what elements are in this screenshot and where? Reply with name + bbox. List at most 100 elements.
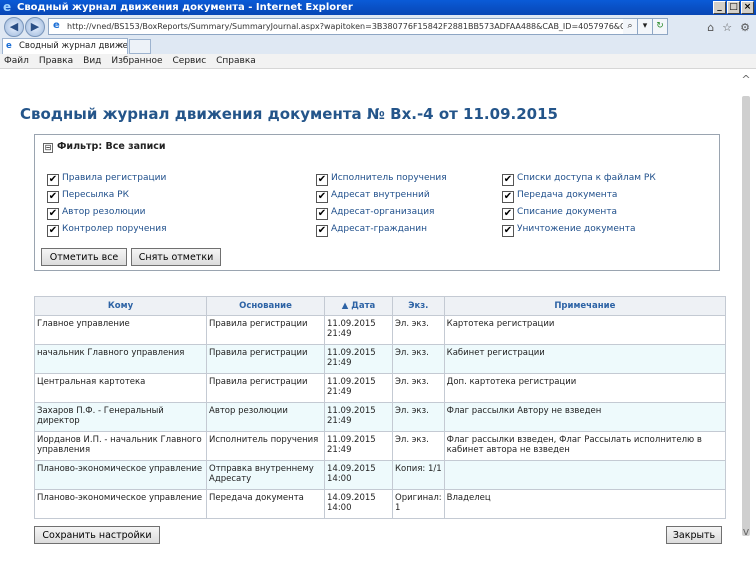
checkbox-label: Исполнитель поручения: [331, 173, 447, 183]
gear-icon[interactable]: ⚙: [740, 21, 750, 34]
cell-to: начальник Главного управления: [34, 344, 207, 374]
checkbox-label: Адресат-организация: [331, 207, 435, 217]
maximize-button[interactable]: □: [727, 1, 740, 14]
forward-button[interactable]: ▶: [25, 17, 45, 37]
save-settings-button[interactable]: Сохранить настройки: [34, 526, 160, 544]
cell-basis: Автор резолюции: [206, 402, 325, 432]
cell-to: Захаров П.Ф. - Генеральный директор: [34, 402, 207, 432]
refresh-icon[interactable]: ↻: [653, 18, 668, 35]
minimize-button[interactable]: _: [713, 1, 726, 14]
cell-copy: Эл. экз.: [392, 344, 445, 374]
check-icon: ✔: [316, 174, 328, 186]
filter-checkbox[interactable]: ✔ Уничтожение документа: [502, 224, 636, 237]
check-icon: ✔: [316, 208, 328, 220]
search-icon[interactable]: ⌕: [623, 18, 638, 35]
checkbox-label: Правила регистрации: [62, 173, 167, 183]
menu-file[interactable]: Файл: [4, 54, 29, 68]
filter-checkbox[interactable]: ✔ Пересылка РК: [47, 190, 129, 203]
column-header-copy[interactable]: Экз.: [392, 296, 445, 316]
filter-checkbox[interactable]: ✔ Автор резолюции: [47, 207, 145, 220]
cell-date: 14.09.2015 14:00: [324, 460, 393, 490]
table-row[interactable]: Планово-экономическое управление Отправк…: [34, 460, 727, 490]
table-row[interactable]: начальник Главного управления Правила ре…: [34, 344, 727, 374]
favorites-icon[interactable]: ☆: [722, 21, 732, 34]
cell-copy: Эл. экз.: [392, 431, 445, 461]
vertical-scrollbar[interactable]: ^ v: [736, 70, 756, 568]
filter-checkbox[interactable]: ✔ Списание документа: [502, 207, 617, 220]
checkbox-label: Списки доступа к файлам РК: [517, 173, 656, 183]
cell-basis: Правила регистрации: [206, 373, 325, 403]
home-icon[interactable]: ⌂: [707, 21, 714, 34]
browser-right-buttons: ⌂ ☆ ⚙: [707, 21, 750, 34]
cell-to: Планово-экономическое управление: [34, 460, 207, 490]
column-header-date[interactable]: ▲ Дата: [324, 296, 393, 316]
page-content: Сводный журнал движения документа № Вх.-…: [0, 70, 736, 568]
checkbox-label: Контролер поручения: [62, 224, 167, 234]
window-controls: _ □ ×: [713, 1, 754, 14]
cell-copy: Оригинал: 1: [392, 489, 445, 519]
filter-checkbox[interactable]: ✔ Исполнитель поручения: [316, 173, 447, 186]
clear-all-button[interactable]: Снять отметки: [131, 248, 221, 266]
menu-favorites[interactable]: Избранное: [111, 54, 162, 68]
cell-copy: Эл. экз.: [392, 315, 445, 345]
cell-basis: Правила регистрации: [206, 344, 325, 374]
cell-note: Флаг рассылки взведен, Флаг Рассылать ис…: [443, 431, 727, 461]
filter-checkbox[interactable]: ✔ Адресат-гражданин: [316, 224, 427, 237]
address-field[interactable]: e http://vned/BS153/BoxReports/Summary/Su…: [48, 18, 625, 35]
checkbox-label: Адресат внутренний: [331, 190, 430, 200]
scroll-up-icon[interactable]: ^: [740, 74, 752, 86]
new-tab-button[interactable]: [129, 39, 151, 54]
table-row[interactable]: Иорданов И.П. - начальник Главного управ…: [34, 431, 727, 461]
menu-help[interactable]: Справка: [216, 54, 256, 68]
column-header-basis[interactable]: Основание: [206, 296, 325, 316]
tab-page-icon: e: [6, 41, 12, 51]
cell-note: [443, 460, 727, 490]
collapse-toggle-icon[interactable]: ⊟: [43, 143, 53, 153]
address-tools: ⌕ ▾ ↻: [623, 18, 668, 35]
check-icon: ✔: [502, 225, 514, 237]
check-icon: ✔: [316, 191, 328, 203]
menu-view[interactable]: Вид: [83, 54, 101, 68]
page-icon: e: [53, 20, 60, 31]
close-button[interactable]: Закрыть: [666, 526, 722, 544]
page-title: Сводный журнал движения документа № Вх.-…: [20, 105, 558, 123]
table-row[interactable]: Планово-экономическое управление Передач…: [34, 489, 727, 519]
close-window-button[interactable]: ×: [741, 1, 754, 14]
filter-title: Фильтр: Все записи: [57, 141, 166, 152]
cell-note: Кабинет регистрации: [443, 344, 727, 374]
browser-tab[interactable]: e Сводный журнал движени... ×: [2, 38, 128, 54]
filter-panel: ⊟ Фильтр: Все записи ✔ Правила регистрации…: [34, 134, 720, 271]
filter-checkbox[interactable]: ✔ Адресат внутренний: [316, 190, 430, 203]
cell-basis: Правила регистрации: [206, 315, 325, 345]
checkbox-label: Адресат-гражданин: [331, 224, 428, 234]
filter-checkbox[interactable]: ✔ Контролер поручения: [47, 224, 167, 237]
cell-note: Доп. картотека регистрации: [443, 373, 727, 403]
filter-checkbox[interactable]: ✔ Списки доступа к файлам РК: [502, 173, 656, 186]
cell-basis: Передача документа: [206, 489, 325, 519]
cell-basis: Исполнитель поручения: [206, 431, 325, 461]
table-row[interactable]: Захаров П.Ф. - Генеральный директор Авто…: [34, 402, 727, 432]
select-all-button[interactable]: Отметить все: [41, 248, 127, 266]
checkbox-label: Передача документа: [517, 190, 618, 200]
filter-checkbox[interactable]: ✔ Передача документа: [502, 190, 617, 203]
table-header-row: Кому Основание ▲ Дата Экз. Примечание: [34, 296, 727, 316]
scroll-down-icon[interactable]: v: [740, 526, 752, 538]
tab-close-icon[interactable]: ×: [117, 39, 124, 54]
filter-checkbox[interactable]: ✔ Адресат-организация: [316, 207, 434, 220]
back-button[interactable]: ◀: [4, 17, 24, 37]
filter-checkbox[interactable]: ✔ Правила регистрации: [47, 173, 166, 186]
cell-basis: Отправка внутреннему Адресату: [206, 460, 325, 490]
dropdown-icon[interactable]: ▾: [638, 18, 653, 35]
column-header-to[interactable]: Кому: [34, 296, 207, 316]
column-header-note[interactable]: Примечание: [443, 296, 727, 316]
menu-edit[interactable]: Правка: [39, 54, 73, 68]
table-row[interactable]: Центральная картотека Правила регистраци…: [34, 373, 727, 403]
menu-tools[interactable]: Сервис: [173, 54, 207, 68]
table-row[interactable]: Главное управление Правила регистрации 1…: [34, 315, 727, 345]
check-icon: ✔: [316, 225, 328, 237]
cell-to: Планово-экономическое управление: [34, 489, 207, 519]
scroll-thumb[interactable]: [742, 96, 750, 536]
cell-date: 11.09.2015 21:49: [324, 402, 393, 432]
cell-to: Центральная картотека: [34, 373, 207, 403]
cell-date: 11.09.2015 21:49: [324, 315, 393, 345]
